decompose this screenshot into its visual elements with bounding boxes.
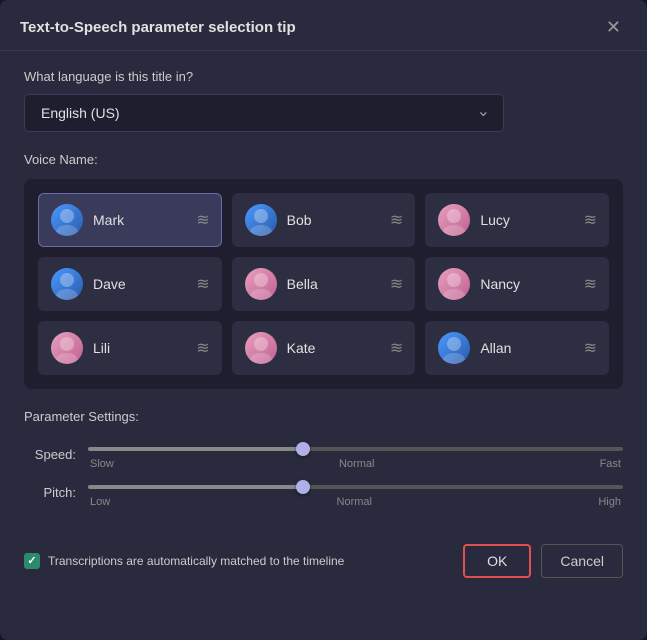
avatar-bob	[245, 204, 277, 236]
pitch-min-label: Low	[90, 496, 110, 508]
wave-icon-allan: ≋	[584, 338, 596, 358]
language-label: What language is this title in?	[24, 69, 623, 84]
voice-name-kate: Kate	[287, 340, 316, 356]
param-settings-label: Parameter Settings:	[24, 409, 623, 424]
voice-card-dave[interactable]: Dave ≋	[38, 257, 222, 311]
cancel-button[interactable]: Cancel	[541, 544, 623, 578]
language-section: What language is this title in? English …	[24, 69, 623, 132]
speed-mid-label: Normal	[339, 458, 374, 470]
avatar-allan	[438, 332, 470, 364]
wave-icon-bob: ≋	[390, 210, 402, 230]
voice-card-bob-left: Bob	[245, 204, 312, 236]
avatar-lili	[51, 332, 83, 364]
voice-card-dave-left: Dave	[51, 268, 126, 300]
auto-match-checkbox[interactable]: ✓	[24, 553, 40, 569]
pitch-mid-label: Normal	[337, 496, 372, 508]
dialog-body: What language is this title in? English …	[0, 51, 647, 532]
voice-card-nancy[interactable]: Nancy ≋	[425, 257, 609, 311]
wave-icon-nancy: ≋	[584, 274, 596, 294]
voice-card-allan[interactable]: Allan ≋	[425, 321, 609, 375]
footer-buttons: OK Cancel	[463, 544, 623, 578]
wave-icon-dave: ≋	[196, 274, 208, 294]
pitch-slider-wrap: Low Normal High	[88, 476, 623, 508]
voice-name-nancy: Nancy	[480, 276, 520, 292]
close-button[interactable]: ✕	[600, 16, 627, 38]
speed-max-label: Fast	[600, 458, 621, 470]
checkbox-row[interactable]: ✓ Transcriptions are automatically match…	[24, 553, 344, 569]
speed-row: Speed: Slow Normal Fast	[24, 438, 623, 470]
speed-track-labels: Slow Normal Fast	[88, 458, 623, 470]
wave-icon-kate: ≋	[390, 338, 402, 358]
avatar-kate	[245, 332, 277, 364]
voice-card-bella-left: Bella	[245, 268, 318, 300]
voice-name-lucy: Lucy	[480, 212, 510, 228]
voice-name-mark: Mark	[93, 212, 124, 228]
checkbox-label: Transcriptions are automatically matched…	[48, 554, 344, 568]
speed-slider-wrap: Slow Normal Fast	[88, 438, 623, 470]
voice-name-label: Voice Name:	[24, 152, 623, 167]
voice-grid: Mark ≋ Bob ≋	[24, 179, 623, 389]
voice-card-allan-left: Allan	[438, 332, 511, 364]
avatar-nancy	[438, 268, 470, 300]
voice-card-mark-left: Mark	[51, 204, 124, 236]
ok-button[interactable]: OK	[463, 544, 531, 578]
dialog-header: Text-to-Speech parameter selection tip ✕	[0, 0, 647, 51]
checkmark-icon: ✓	[27, 556, 36, 567]
language-select[interactable]: English (US) English (UK) Spanish French…	[24, 94, 504, 132]
voice-name-dave: Dave	[93, 276, 126, 292]
avatar-bella	[245, 268, 277, 300]
speed-label: Speed:	[24, 447, 76, 462]
wave-icon-bella: ≋	[390, 274, 402, 294]
avatar-dave	[51, 268, 83, 300]
voice-card-lili-left: Lili	[51, 332, 110, 364]
voice-name-bella: Bella	[287, 276, 318, 292]
wave-icon-lili: ≋	[196, 338, 208, 358]
voice-name-bob: Bob	[287, 212, 312, 228]
pitch-track-labels: Low Normal High	[88, 496, 623, 508]
speed-min-label: Slow	[90, 458, 114, 470]
speed-slider[interactable]	[88, 447, 623, 451]
pitch-row: Pitch: Low Normal High	[24, 476, 623, 508]
voice-card-bella[interactable]: Bella ≋	[232, 257, 416, 311]
avatar-lucy	[438, 204, 470, 236]
tts-dialog: Text-to-Speech parameter selection tip ✕…	[0, 0, 647, 640]
language-select-wrap: English (US) English (UK) Spanish French…	[24, 94, 504, 132]
pitch-slider[interactable]	[88, 485, 623, 489]
avatar-mark	[51, 204, 83, 236]
voice-card-lili[interactable]: Lili ≋	[38, 321, 222, 375]
voice-card-mark[interactable]: Mark ≋	[38, 193, 222, 247]
wave-icon-lucy: ≋	[584, 210, 596, 230]
voice-card-lucy[interactable]: Lucy ≋	[425, 193, 609, 247]
voice-card-kate[interactable]: Kate ≋	[232, 321, 416, 375]
pitch-max-label: High	[598, 496, 621, 508]
voice-card-nancy-left: Nancy	[438, 268, 520, 300]
voice-card-kate-left: Kate	[245, 332, 316, 364]
voice-card-bob[interactable]: Bob ≋	[232, 193, 416, 247]
voice-card-lucy-left: Lucy	[438, 204, 510, 236]
voice-name-allan: Allan	[480, 340, 511, 356]
dialog-title: Text-to-Speech parameter selection tip	[20, 19, 296, 36]
dialog-footer: ✓ Transcriptions are automatically match…	[0, 532, 647, 596]
voice-name-lili: Lili	[93, 340, 110, 356]
pitch-label: Pitch:	[24, 485, 76, 500]
wave-icon-mark: ≋	[196, 210, 208, 230]
